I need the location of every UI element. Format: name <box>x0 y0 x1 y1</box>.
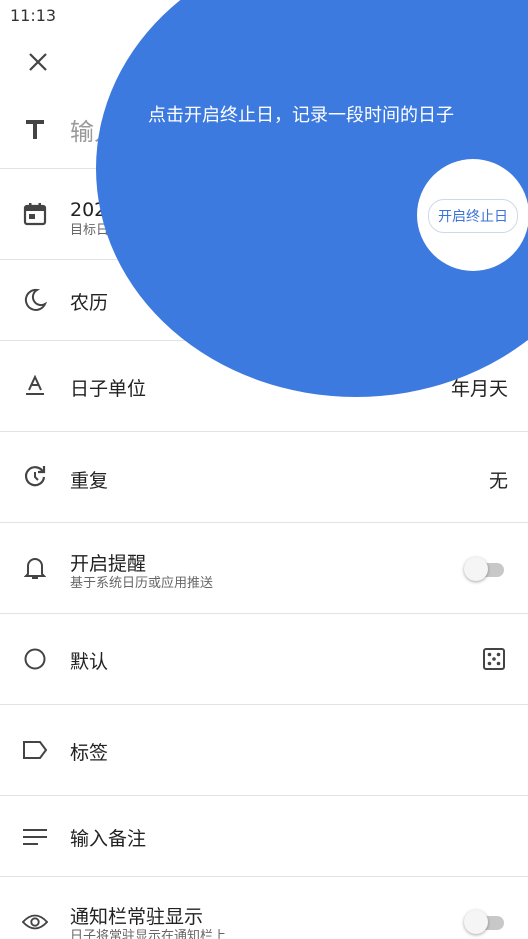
text-format-icon <box>22 116 48 142</box>
reminder-sublabel: 基于系统日历或应用推送 <box>70 576 214 591</box>
circle-icon <box>22 646 48 672</box>
default-row[interactable]: 默认 <box>0 614 528 704</box>
bell-icon <box>22 555 48 581</box>
moon-icon <box>22 287 48 313</box>
notes-icon <box>22 824 48 850</box>
eye-icon <box>22 909 48 935</box>
status-time: 11:13 <box>10 6 57 25</box>
note-row[interactable]: 输入备注 <box>0 796 528 876</box>
default-label: 默认 <box>70 651 109 673</box>
tag-label: 标签 <box>70 742 109 764</box>
repeat-row[interactable]: 重复 无 <box>0 432 528 522</box>
reminder-row[interactable]: 开启提醒 基于系统日历或应用推送 <box>0 523 528 613</box>
calendar-icon <box>22 201 48 227</box>
dice-icon[interactable] <box>482 647 506 671</box>
text-underline-icon <box>22 373 48 399</box>
tag-row[interactable]: 标签 <box>0 705 528 795</box>
lunar-label: 农历 <box>70 292 109 314</box>
close-icon <box>29 53 47 71</box>
note-input[interactable]: 输入备注 <box>70 824 146 851</box>
repeat-value: 无 <box>488 470 508 492</box>
toggle-thumb <box>464 557 488 581</box>
repeat-label: 重复 <box>70 470 109 492</box>
enable-end-date-button[interactable]: 开启终止日 <box>428 199 518 233</box>
reminder-toggle[interactable] <box>464 557 506 581</box>
repeat-icon <box>22 464 48 490</box>
notify-row[interactable]: 通知栏常驻显示 日子将常驻显示在通知栏上 <box>0 877 528 939</box>
label-tag-icon <box>22 737 48 763</box>
notify-toggle[interactable] <box>464 910 506 934</box>
unit-label: 日子单位 <box>70 378 147 400</box>
screen: 11:13 保存 输入标题 <box>0 0 528 939</box>
close-button[interactable] <box>22 46 54 78</box>
toggle-thumb <box>464 910 488 934</box>
notify-sublabel: 日子将常驻显示在通知栏上 <box>70 929 227 939</box>
tutorial-text: 点击开启终止日，记录一段时间的日子 <box>148 105 454 126</box>
